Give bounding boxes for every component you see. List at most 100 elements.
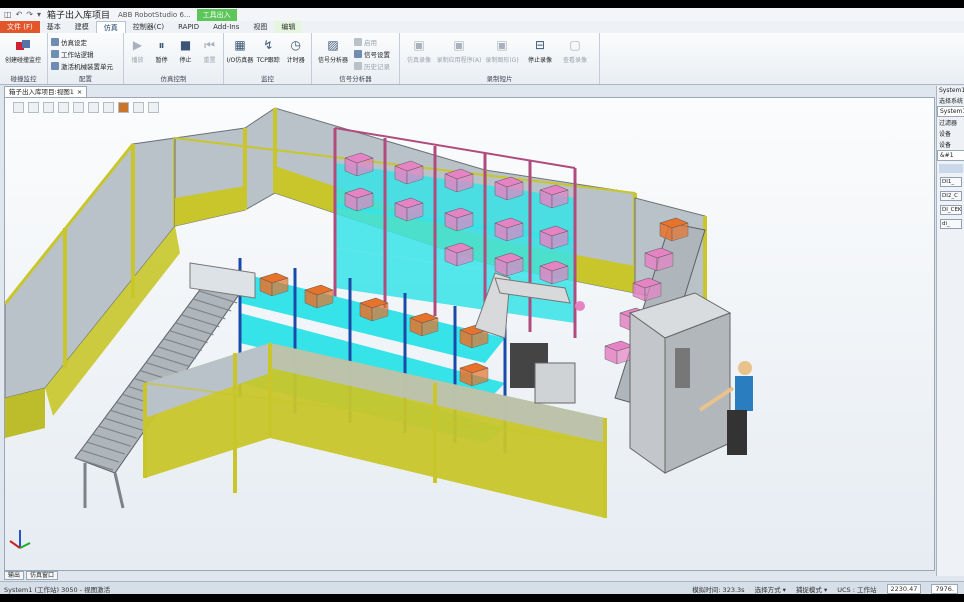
stop-record-icon: ⊟ — [534, 38, 546, 52]
settings-icon — [51, 38, 59, 46]
tab-1[interactable]: 基本 — [40, 21, 68, 33]
ribbon-group-monitor: ▦ I/O仿真器 ↯ TCP跟踪 ◷ 计时器 监控 — [224, 33, 312, 84]
signal-button-di1[interactable]: DI1_ — [940, 177, 962, 187]
timer-button[interactable]: ◷ 计时器 — [284, 36, 309, 64]
play-button[interactable]: ▶ 播放 — [127, 36, 148, 64]
pink-box — [444, 207, 474, 232]
workcell-scene — [5, 107, 753, 549]
timer-icon: ◷ — [290, 38, 301, 52]
ribbon-group-signal: ▨ 信号分析器 启用 信号设置 历史记录 信号分析器 — [312, 33, 400, 84]
io-simulator-panel: System1 选择系统 System1 过滤器 设备 设备 &#1 DI1_ … — [936, 86, 964, 576]
status-text: System1 (工作站) 3050 - 视图激活 — [4, 585, 111, 594]
history-icon — [354, 62, 362, 70]
orange-box — [259, 272, 289, 297]
orange-box — [659, 217, 689, 242]
dropdown-icon[interactable]: ▾ — [37, 10, 41, 19]
window-title: 箱子出入库项目 — [46, 11, 110, 21]
create-collision-monitor-button[interactable]: 创建碰撞监控 — [3, 36, 43, 64]
tab-output[interactable]: 输出 — [4, 571, 25, 580]
pause-button[interactable]: ⏸ 暂停 — [151, 36, 172, 65]
station-logic-button[interactable]: 工作站逻辑 — [51, 49, 113, 59]
pink-box — [644, 247, 674, 272]
ribbon-group-recording: ▣ 仿真录像 ▣ 录制应用程序(A) ▣ 录制图形(G) ⊟ 停止录像 ▢ 查看录像 录制… — [400, 33, 600, 84]
pink-box — [632, 277, 662, 302]
pink-box — [344, 152, 374, 177]
tcp-trace-button[interactable]: ↯ TCP跟踪 — [256, 36, 281, 64]
orange-box — [459, 362, 489, 387]
view-record-icon: ▢ — [569, 38, 581, 52]
document-tabs: 箱子出入库项目:视图1 × — [0, 86, 934, 98]
stop-button[interactable]: ■ 停止 — [175, 36, 196, 64]
signal-list-header — [939, 164, 963, 173]
snap-mode-dropdown[interactable]: 捕捉模式 ▾ — [796, 584, 827, 594]
undo-icon[interactable]: ↶ — [16, 10, 23, 19]
graphics-record-icon: ▣ — [496, 38, 508, 52]
tab-4[interactable]: 控制器(C) — [126, 21, 171, 33]
axis-gizmo — [9, 530, 31, 549]
signal-analyzer-button[interactable]: ▨ 信号分析器 — [315, 36, 351, 64]
title-bar: ◫ ↶ ↷ ▾ 箱子出入库项目 ABB RobotStudio 6... 工具出… — [0, 8, 964, 21]
record-app-button[interactable]: ▣ 录制应用程序(A) — [437, 36, 482, 64]
pink-box — [604, 340, 634, 365]
record-graphics-button[interactable]: ▣ 录制图形(G) — [483, 36, 521, 64]
app-record-icon: ▣ — [453, 38, 465, 52]
signal-button-di[interactable]: di_ — [940, 219, 962, 229]
tab-7[interactable]: 视图 — [246, 21, 274, 33]
sim-settings-button[interactable]: 仿真设定 — [51, 37, 113, 47]
tab-6[interactable]: Add-Ins — [206, 21, 246, 33]
tab-8[interactable]: 编辑 — [274, 21, 303, 33]
mechanism-icon — [51, 62, 59, 70]
chart-icon: ▨ — [327, 38, 339, 52]
orange-box — [409, 312, 439, 337]
enable-button[interactable]: 启用 — [354, 37, 390, 47]
app-name: ABB RobotStudio 6... — [118, 10, 191, 19]
orange-box — [359, 297, 389, 322]
pink-box — [344, 187, 374, 212]
redo-icon[interactable]: ↷ — [26, 10, 33, 19]
ribbon-group-sim-control: ▶ 播放 ⏸ 暂停 ■ 停止 ⏮ 重置 仿真控制 — [124, 33, 224, 84]
signal-button-di2[interactable]: DI2_C — [940, 191, 962, 201]
io-icon: ▦ — [234, 38, 246, 52]
ucs-label: UCS : 工作站 — [837, 585, 877, 594]
collision-icon — [14, 36, 32, 54]
tab-sim-window[interactable]: 仿真窗口 — [26, 571, 59, 580]
io-simulator-button[interactable]: ▦ I/O仿真器 — [227, 36, 254, 64]
tab-3[interactable]: 仿真 — [95, 21, 126, 33]
sim-time: 模拟时间: 323.3s — [692, 585, 745, 594]
record-icon: ▣ — [413, 38, 425, 52]
sim-record-button[interactable]: ▣ 仿真录像 — [403, 36, 435, 64]
reset-icon: ⏮ — [204, 37, 215, 52]
output-tabs: 输出 仿真窗口 — [4, 571, 59, 580]
coord-x: 2230.47 — [886, 583, 922, 594]
activate-mechanism-button[interactable]: 激活机械装置单元 — [51, 61, 113, 71]
signal-button-dicek[interactable]: DI_CEK — [940, 205, 962, 215]
coord-y: 7976. — [931, 583, 958, 594]
ribbon-group-config: 仿真设定 工作站逻辑 激活机械装置单元 配置 — [48, 33, 124, 84]
pink-box — [539, 184, 569, 209]
stop-record-button[interactable]: ⊟ 停止录像 — [524, 36, 556, 64]
history-button[interactable]: 历史记录 — [354, 61, 390, 71]
tab-5[interactable]: RAPID — [171, 21, 206, 33]
pause-icon: ⏸ — [158, 37, 165, 52]
system-select[interactable]: System1 — [937, 106, 964, 117]
logic-icon — [51, 50, 59, 58]
context-tab-header[interactable]: 工具出入 — [196, 8, 237, 21]
device-select[interactable]: &#1 — [937, 150, 964, 161]
save-icon[interactable]: ◫ — [4, 10, 12, 19]
pink-box — [539, 225, 569, 250]
play-icon: ▶ — [132, 38, 143, 52]
pink-box — [394, 197, 424, 222]
close-icon[interactable]: × — [77, 87, 82, 97]
enable-icon — [354, 38, 362, 46]
ribbon: 创建碰撞监控 碰撞监控 仿真设定 工作站逻辑 激活机械装置单元 配置 ▶ 播放 ⏸… — [0, 33, 964, 85]
pink-box — [494, 176, 524, 201]
reset-button[interactable]: ⏮ 重置 — [199, 36, 220, 65]
tab-0[interactable]: 文件 (F) — [0, 21, 40, 33]
select-mode-dropdown[interactable]: 选择方式 ▾ — [755, 584, 786, 594]
signal-settings-button[interactable]: 信号设置 — [354, 49, 390, 59]
control-cabinet — [628, 292, 732, 474]
3d-viewport[interactable] — [4, 97, 935, 571]
robotstudio-window: ◫ ↶ ↷ ▾ 箱子出入库项目 ABB RobotStudio 6... 工具出… — [0, 8, 964, 594]
view-record-button[interactable]: ▢ 查看录像 — [559, 36, 591, 64]
tab-2[interactable]: 建模 — [68, 21, 96, 33]
